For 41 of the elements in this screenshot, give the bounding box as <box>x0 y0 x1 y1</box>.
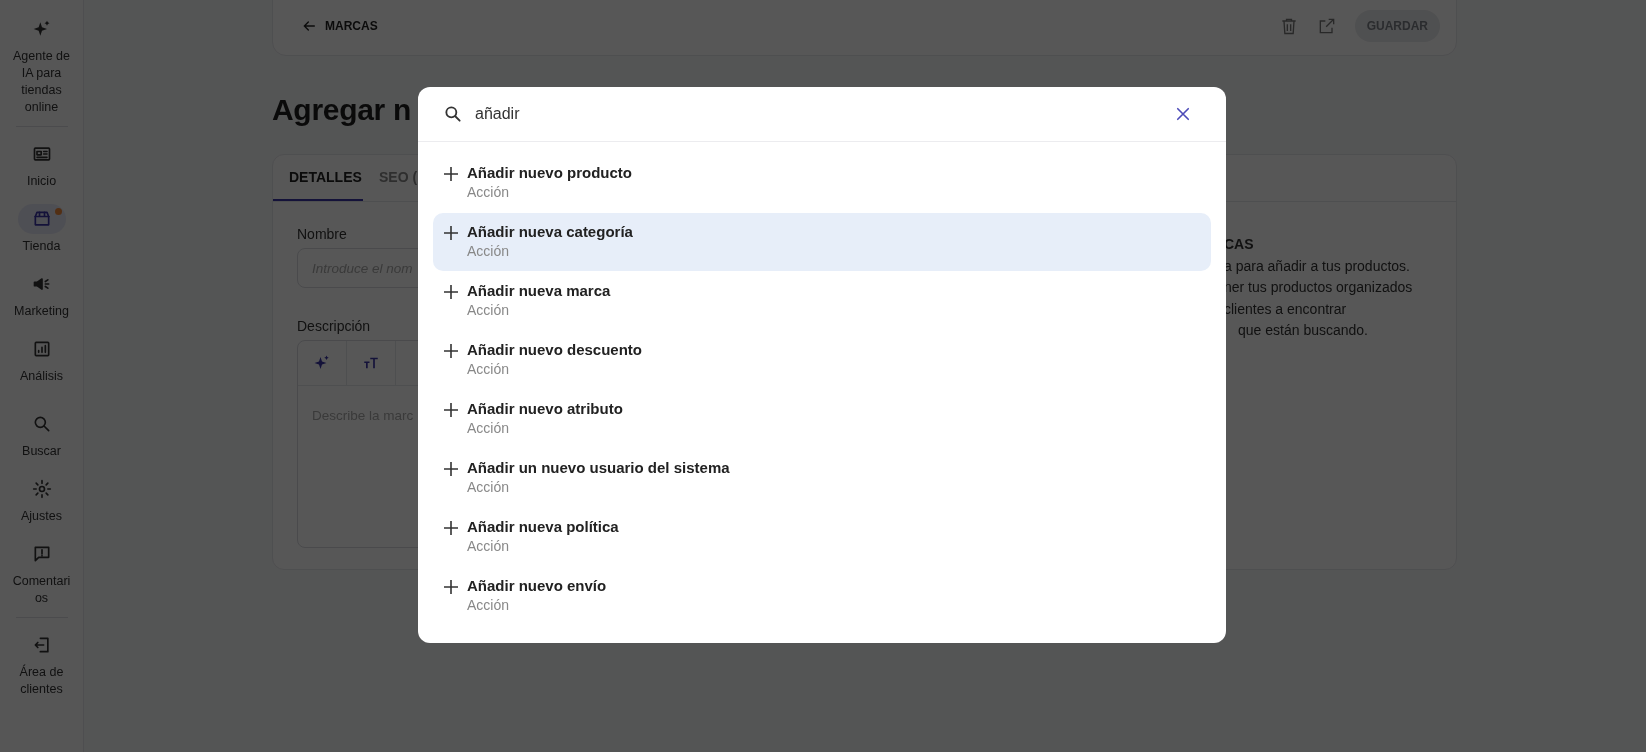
result-subtitle: Acción <box>467 243 511 259</box>
info-heading: CAS <box>1224 235 1255 254</box>
field-label: Nombre <box>297 226 347 242</box>
sidebar-item[interactable]: Comentarios <box>3 539 80 607</box>
sidebar-item[interactable]: Agente de IA para tiendas online <box>3 14 80 116</box>
result-title: Añadir nuevo producto <box>467 164 632 181</box>
page-title: Agregar n <box>272 92 411 128</box>
result-title: Añadir nueva política <box>467 518 619 535</box>
sidebar-item[interactable]: Marketing <box>3 269 80 320</box>
result-subtitle: Acción <box>467 420 511 436</box>
field-label: Descripción <box>297 318 371 334</box>
back-link[interactable]: MARCAS <box>301 18 378 34</box>
search-result[interactable]: Añadir un nuevo usuario del sistema Acción <box>433 449 1211 507</box>
sidebar-item[interactable]: Inicio <box>3 139 80 190</box>
sidebar-item[interactable]: Análisis <box>3 334 80 385</box>
result-title: Añadir nuevo envío <box>467 577 607 594</box>
result-title: Añadir nueva marca <box>467 282 611 299</box>
result-title: Añadir un nuevo usuario del sistema <box>467 459 730 476</box>
search-result[interactable]: Añadir nueva categoría Acción <box>433 213 1211 271</box>
result-subtitle: Acción <box>467 302 511 318</box>
sidebar-item[interactable]: Ajustes <box>3 474 80 525</box>
result-subtitle: Acción <box>467 479 511 495</box>
search-result[interactable]: Añadir nueva marca Acción <box>433 272 1211 330</box>
sidebar-item[interactable]: Buscar <box>3 409 80 460</box>
info-text: que están buscando. <box>1237 321 1369 340</box>
result-subtitle: Acción <box>467 361 511 377</box>
info-text: clientes a encontrar <box>1224 299 1348 319</box>
search-result[interactable]: Añadir nuevo envío Acción <box>433 567 1211 625</box>
sidebar-item[interactable]: Área de clientes <box>3 630 80 698</box>
tab[interactable]: DETALLES <box>273 155 363 201</box>
result-title: Añadir nuevo atributo <box>467 400 623 417</box>
search-result[interactable]: Añadir nuevo atributo Acción <box>433 390 1211 448</box>
result-subtitle: Acción <box>467 184 511 200</box>
search-result[interactable]: Añadir nuevo producto Acción <box>433 154 1211 212</box>
result-subtitle: Acción <box>467 597 511 613</box>
search-result[interactable]: Añadir nueva política Acción <box>433 508 1211 566</box>
sidebar-item[interactable]: Tienda <box>3 204 80 255</box>
result-title: Añadir nuevo descuento <box>467 341 643 358</box>
result-title: Añadir nueva categoría <box>467 223 633 240</box>
search-result[interactable]: Añadir nuevo descuento Acción <box>433 331 1211 389</box>
result-subtitle: Acción <box>467 538 511 554</box>
